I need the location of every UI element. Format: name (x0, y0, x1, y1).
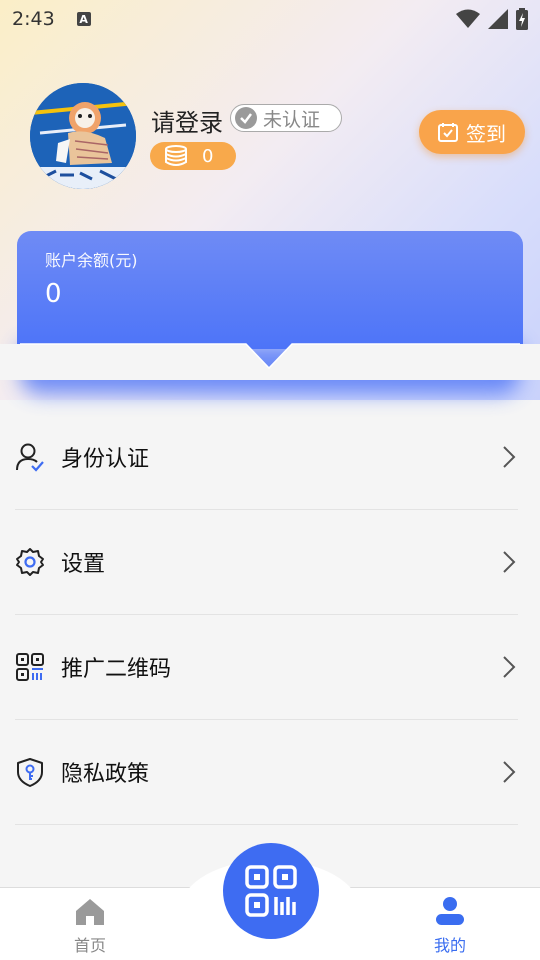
chevron-right-icon (503, 656, 516, 678)
calendar-check-icon (438, 123, 458, 142)
menu-list: 身份认证 设置 推广二维码 隐私政策 (0, 405, 540, 825)
status-icons (456, 8, 528, 30)
gear-icon (15, 547, 45, 577)
tab-home[interactable]: 首页 (40, 888, 140, 960)
shield-key-icon (15, 757, 45, 787)
coins-icon (165, 145, 187, 166)
menu-item-identity[interactable]: 身份认证 (15, 405, 518, 510)
card-notch (0, 343, 540, 380)
avatar-image (30, 83, 136, 189)
tab-home-label: 首页 (73, 936, 106, 955)
qr-scan-icon (245, 865, 297, 917)
login-prompt[interactable]: 请登录 (151, 103, 223, 138)
tab-mine[interactable]: 我的 (400, 888, 500, 960)
menu-item-qrcode[interactable]: 推广二维码 (15, 615, 518, 720)
signin-button[interactable]: 签到 (419, 110, 525, 154)
balance-value: 0 (45, 279, 62, 309)
coin-count: 0 (202, 145, 214, 167)
chevron-right-icon (503, 761, 516, 783)
chevron-right-icon (503, 551, 516, 573)
check-icon (235, 107, 257, 129)
menu-item-settings[interactable]: 设置 (15, 510, 518, 615)
menu-label-settings: 设置 (61, 552, 106, 577)
user-check-icon (15, 442, 45, 472)
status-time: 2:43 (12, 8, 55, 30)
notification-icon: A (76, 12, 91, 26)
battery-icon (516, 8, 528, 30)
balance-label: 账户余额(元) (45, 251, 138, 270)
tab-mine-label: 我的 (433, 936, 466, 955)
signin-label: 签到 (466, 121, 506, 146)
status-bar: 2:43 A (0, 0, 540, 38)
chevron-right-icon (503, 446, 516, 468)
certification-status: 未认证 (263, 108, 321, 131)
menu-label-identity: 身份认证 (61, 447, 150, 472)
avatar[interactable] (30, 83, 136, 189)
wifi-icon (456, 9, 480, 28)
menu-label-privacy: 隐私政策 (61, 762, 150, 787)
user-icon (436, 897, 464, 925)
scan-qr-button[interactable] (223, 843, 319, 939)
menu-label-qrcode: 推广二维码 (61, 657, 172, 682)
menu-item-privacy[interactable]: 隐私政策 (15, 720, 518, 825)
coin-balance-badge[interactable]: 0 (150, 142, 236, 170)
certification-badge[interactable]: 未认证 (230, 104, 342, 132)
signal-icon (488, 9, 508, 29)
qr-code-icon (15, 652, 45, 682)
home-icon (76, 899, 104, 925)
